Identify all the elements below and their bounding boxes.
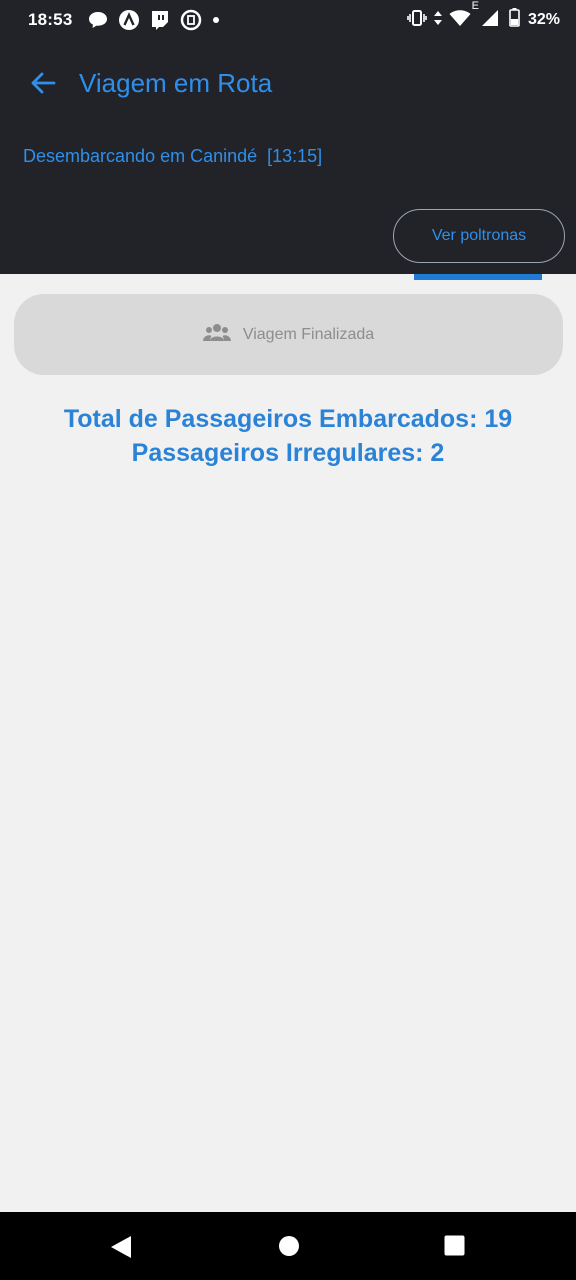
- wifi-icon: E: [449, 0, 479, 32]
- status-bar: 18:53 E 32%: [0, 0, 576, 40]
- data-arrows-icon: [433, 10, 443, 31]
- triangle-back-icon: [111, 1236, 131, 1258]
- battery-icon: [509, 8, 520, 32]
- notification-a-icon: [118, 9, 140, 31]
- messaging-icon: [88, 11, 108, 29]
- group-icon: [202, 323, 231, 346]
- system-nav-bar: [0, 1212, 576, 1280]
- battery-percent: 32%: [527, 11, 560, 28]
- trip-status-label: Viagem Finalizada: [242, 325, 375, 343]
- nav-back-button[interactable]: [110, 1235, 132, 1264]
- vibrate-icon: [407, 9, 427, 31]
- page-title: Viagem em Rota: [79, 68, 273, 98]
- screen-record-icon: [180, 9, 202, 31]
- tab-indicator: [414, 274, 542, 280]
- dot-icon: [212, 16, 220, 24]
- app-header: Viagem em Rota Desembarcando em Canindé …: [0, 40, 576, 274]
- notification-icons: [88, 9, 220, 31]
- trip-status-card: Viagem Finalizada: [14, 294, 563, 375]
- nav-home-button[interactable]: [278, 1235, 300, 1262]
- disembark-info: Desembarcando em Canindé [13:15]: [23, 146, 323, 166]
- passenger-summary: Total de Passageiros Embarcados: 19 Pass…: [0, 402, 576, 470]
- signal-icon: [481, 9, 499, 32]
- circle-home-icon: [279, 1236, 299, 1256]
- total-boarded-text: Total de Passageiros Embarcados: 19: [63, 405, 513, 433]
- irregular-passengers-text: Passageiros Irregulares: 2: [131, 439, 445, 467]
- square-recents-icon: [444, 1235, 465, 1256]
- view-seats-button[interactable]: Ver poltronas: [393, 209, 565, 263]
- nav-recents-button[interactable]: [444, 1235, 465, 1261]
- arrow-left-icon: [31, 72, 56, 94]
- twitch-icon: [150, 10, 170, 30]
- system-icons: E 32%: [407, 0, 560, 32]
- network-type-label: E: [471, 0, 479, 12]
- back-button[interactable]: [26, 66, 60, 100]
- status-time: 18:53: [28, 10, 73, 29]
